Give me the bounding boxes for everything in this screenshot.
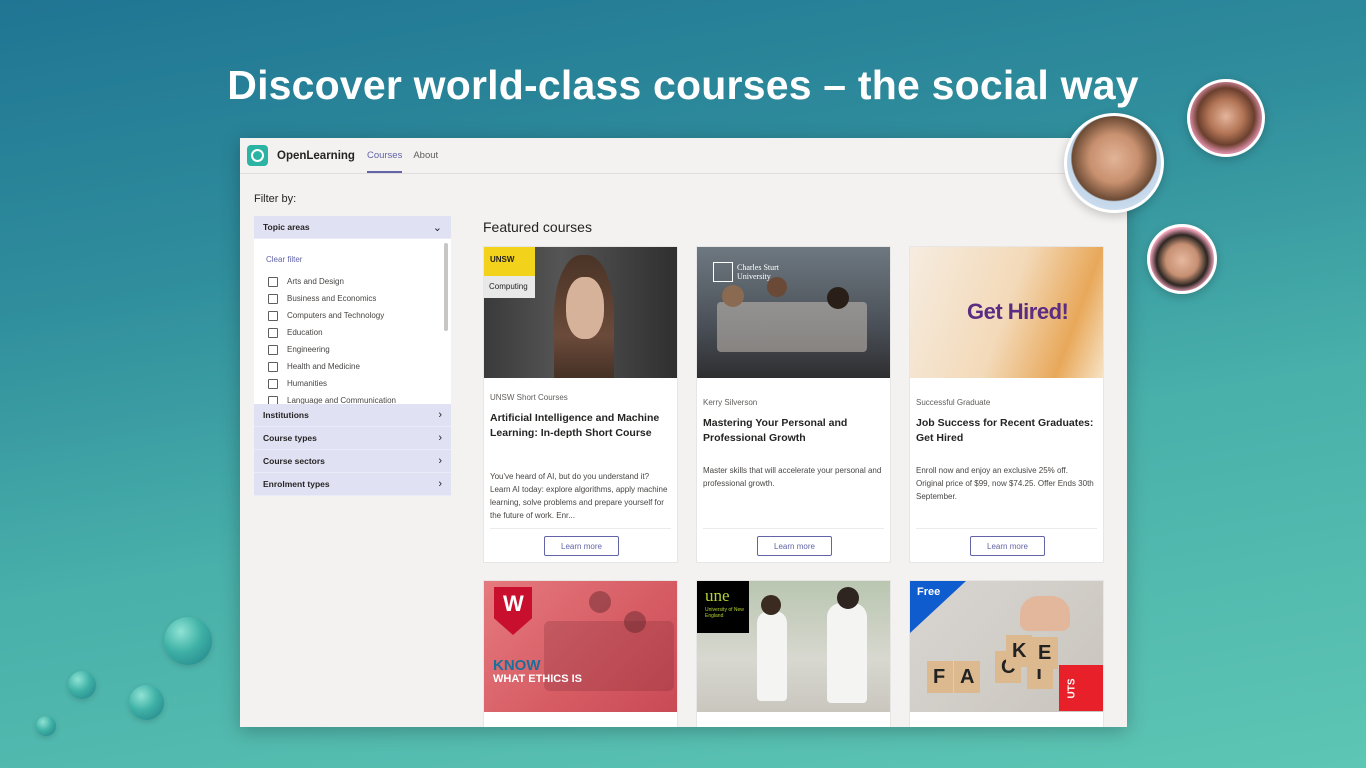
course-image: W KNOW WHAT ETHICS IS (484, 581, 677, 712)
avatar (1064, 113, 1164, 213)
facet-title: Topic areas (263, 222, 310, 232)
learn-more-button[interactable]: Learn more (544, 536, 619, 556)
topic-option[interactable]: Humanities (268, 375, 396, 392)
course-image: UNSW Computing (484, 247, 677, 378)
chevron-right-icon: › (438, 478, 442, 490)
facet-course-sectors[interactable]: Course sectors › (254, 450, 451, 473)
hero-title: Discover world-class courses – the socia… (227, 62, 1139, 108)
checkbox[interactable] (268, 276, 278, 287)
clear-filter-link[interactable]: Clear filter (266, 255, 302, 264)
course-title[interactable]: Artificial Intelligence and Machine Lear… (490, 411, 671, 441)
divider (916, 528, 1097, 529)
une-logo-icon: une University of New England (697, 581, 749, 633)
free-badge: Free (917, 586, 941, 598)
openlearning-logo-icon (247, 145, 268, 166)
csu-logo-icon (713, 262, 733, 282)
checkbox[interactable] (268, 310, 278, 321)
western-sydney-logo-icon: W (494, 587, 532, 635)
chevron-right-icon: › (438, 455, 442, 467)
facet-course-types[interactable]: Course types › (254, 427, 451, 450)
course-card[interactable]: UNSW Computing UNSW Short Courses Artifi… (483, 246, 678, 563)
course-description: Master skills that will accelerate your … (703, 466, 882, 488)
decor-bubble (164, 617, 212, 665)
letter-tile: F (927, 661, 953, 693)
course-image: Get Hired! (910, 247, 1103, 378)
letter-tile: A (954, 661, 980, 693)
letter-tile: K (1006, 635, 1032, 667)
divider (703, 528, 884, 529)
topic-option[interactable]: Arts and Design (268, 273, 396, 290)
filter-panel: Topic areas ⌄ Clear filter Arts and Desi… (254, 216, 451, 496)
facet-institutions[interactable]: Institutions › (254, 404, 451, 427)
course-description: Enroll now and enjoy an exclusive 25% of… (916, 466, 1094, 501)
decor-bubble (129, 685, 164, 720)
app-header: OpenLearning Courses About (240, 138, 1127, 174)
course-description: You've heard of AI, but do you understan… (490, 472, 668, 520)
course-card[interactable]: Charles Sturt University Kerry Silverson… (696, 246, 891, 563)
ethics-overlay-subtext: WHAT ETHICS IS (493, 673, 583, 685)
chevron-down-icon: ⌄ (432, 221, 442, 234)
app-name: OpenLearning (277, 149, 355, 162)
letter-tile: E (1032, 637, 1058, 669)
course-image: Free F A C T K E UTS (910, 581, 1103, 712)
tab-courses[interactable]: Courses (366, 138, 403, 173)
topic-option[interactable]: Education (268, 324, 396, 341)
course-title[interactable]: Job Success for Recent Graduates: Get Hi… (916, 416, 1097, 446)
checkbox[interactable] (268, 361, 278, 372)
course-provider: Successful Graduate (916, 398, 991, 407)
topic-option[interactable]: Engineering (268, 341, 396, 358)
tab-about[interactable]: About (413, 138, 438, 173)
course-provider: Kerry Silverson (703, 398, 758, 407)
ethics-overlay-text: KNOW (493, 657, 541, 674)
checkbox[interactable] (268, 378, 278, 389)
chevron-right-icon: › (438, 432, 442, 444)
featured-courses-heading: Featured courses (483, 219, 592, 235)
filter-label: Filter by: (254, 193, 297, 205)
uts-logo-icon: UTS (1059, 665, 1103, 711)
app-window: OpenLearning Courses About Filter by: To… (240, 138, 1127, 727)
checkbox[interactable] (268, 344, 278, 355)
checkbox[interactable] (268, 395, 278, 404)
decor-bubble (68, 671, 96, 699)
checkbox[interactable] (268, 327, 278, 338)
category-badge: Computing (484, 276, 535, 298)
topic-option[interactable]: Health and Medicine (268, 358, 396, 375)
course-image: une University of New England (697, 581, 890, 712)
avatar (1147, 224, 1217, 294)
course-title[interactable]: Mastering Your Personal and Professional… (703, 416, 884, 446)
course-card[interactable]: une University of New England (696, 580, 891, 727)
topic-options-list: Clear filter Arts and Design Business an… (254, 239, 451, 404)
topic-option[interactable]: Business and Economics (268, 290, 396, 307)
course-card[interactable]: Get Hired! Successful Graduate Job Succe… (909, 246, 1104, 563)
chevron-right-icon: › (438, 409, 442, 421)
learn-more-button[interactable]: Learn more (757, 536, 832, 556)
unsw-logo-icon: UNSW (484, 247, 535, 276)
topic-option[interactable]: Language and Communication (268, 392, 396, 404)
checkbox[interactable] (268, 293, 278, 304)
learn-more-button[interactable]: Learn more (970, 536, 1045, 556)
avatar (1187, 79, 1265, 157)
scrollbar[interactable] (444, 243, 448, 331)
get-hired-graphic: Get Hired! (967, 299, 1069, 324)
decor-bubble (36, 716, 56, 736)
course-card[interactable]: W KNOW WHAT ETHICS IS (483, 580, 678, 727)
divider (490, 528, 671, 529)
course-card[interactable]: Free F A C T K E UTS (909, 580, 1104, 727)
facet-enrolment-types[interactable]: Enrolment types › (254, 473, 451, 496)
course-provider: UNSW Short Courses (490, 393, 568, 402)
course-image: Charles Sturt University (697, 247, 890, 378)
topic-option[interactable]: Computers and Technology (268, 307, 396, 324)
facet-topic-areas[interactable]: Topic areas ⌄ (254, 216, 451, 239)
